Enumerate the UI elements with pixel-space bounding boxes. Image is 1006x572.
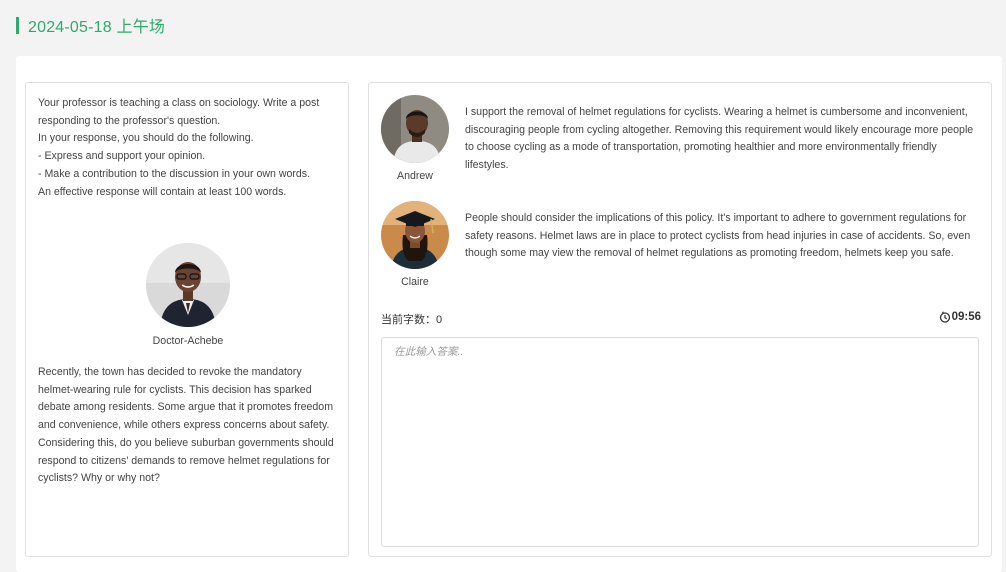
instruction-line: - Express and support your opinion.	[38, 150, 206, 163]
professor-avatar	[146, 243, 230, 327]
editor-status-row: 当前字数：0 09:56	[381, 309, 981, 326]
header-accent-bar	[16, 16, 19, 34]
word-count: 当前字数：0	[381, 314, 443, 326]
student-post-text: I support the removal of helmet regulati…	[465, 106, 974, 172]
timer-value: 09:56	[951, 311, 981, 323]
instruction-line: An effective response will contain at le…	[38, 185, 287, 198]
professor-name: Doctor-Achebe	[152, 335, 224, 347]
instruction-line: Your professor is teaching a class on so…	[38, 97, 320, 127]
answer-input[interactable]	[381, 337, 979, 547]
instruction-line: In your response, you should do the foll…	[38, 132, 254, 145]
countdown-timer: 09:56	[939, 311, 981, 323]
professor-card: Your professor is teaching a class on so…	[25, 82, 349, 557]
session-header: 2024-05-18 上午场	[16, 14, 165, 36]
student-avatar	[381, 95, 449, 163]
instruction-line: - Make a contribution to the discussion …	[38, 167, 311, 180]
student-name: Claire	[401, 276, 429, 288]
clock-icon	[939, 311, 950, 323]
discussion-card: Andrew I support the removal of helmet r…	[368, 82, 992, 557]
graduate-avatar-icon	[381, 201, 449, 269]
student-post-text: People should consider the implications …	[465, 212, 971, 260]
student-name: Andrew	[397, 170, 433, 182]
person-avatar-icon	[381, 95, 449, 163]
task-instructions: Your professor is teaching a class on so…	[38, 95, 338, 201]
session-title: 2024-05-18 上午场	[28, 19, 166, 36]
person-avatar-icon	[146, 243, 230, 327]
student-avatar	[381, 201, 449, 269]
professor-question: Recently, the town has decided to revoke…	[38, 366, 334, 485]
